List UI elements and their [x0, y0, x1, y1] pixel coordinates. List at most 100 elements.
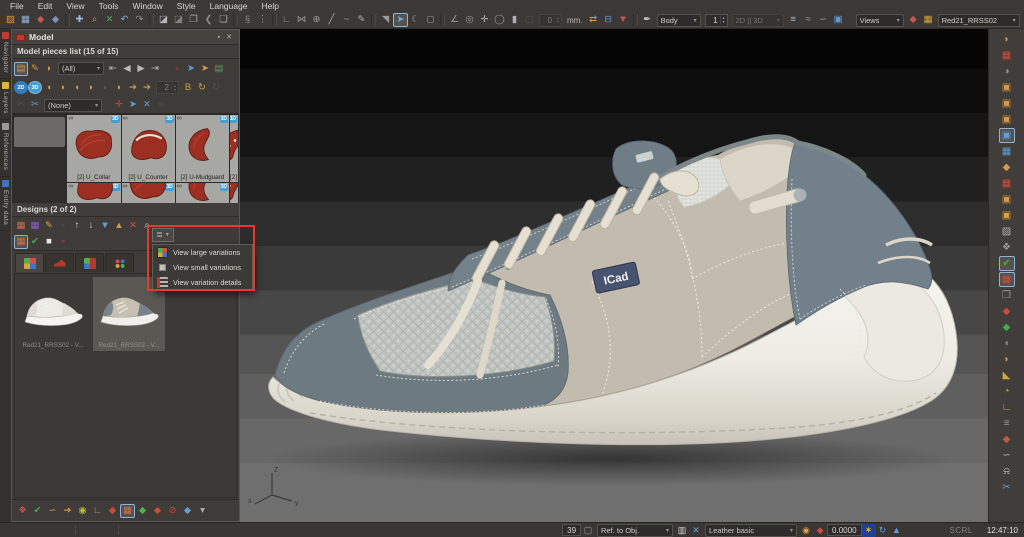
menu-help[interactable]: Help	[254, 0, 285, 12]
variation-target-icon[interactable]: ▫	[56, 235, 70, 249]
lock-icon[interactable]: ◻	[423, 13, 438, 27]
focus-icon[interactable]: ◎	[462, 13, 477, 27]
pieces-scrollbar[interactable]	[13, 115, 66, 203]
move-icon[interactable]: ✛	[477, 13, 492, 27]
spinner-buttons[interactable]: ▴▾	[171, 84, 178, 92]
first-piece-icon[interactable]: ⇤	[106, 62, 120, 76]
design-select-icon[interactable]: ▫	[56, 219, 70, 233]
copy-icon[interactable]: ❐	[186, 13, 201, 27]
paste-icon[interactable]: ❏	[216, 13, 231, 27]
tab-layers[interactable]: Layers	[0, 79, 11, 120]
spinner-buttons[interactable]: ▴▾	[720, 16, 727, 24]
rt-shoe-duo-icon[interactable]: ◆	[999, 432, 1015, 447]
save-icon[interactable]: ▦	[18, 13, 33, 27]
redo-icon[interactable]: ↷	[132, 13, 147, 27]
sb-sync-icon[interactable]: ↻	[876, 524, 890, 537]
eraser-icon[interactable]: ◪	[156, 13, 171, 27]
sole-flip-l-icon[interactable]: ◖	[42, 81, 56, 95]
rt-gauge-icon[interactable]: ◑	[999, 64, 1015, 79]
rt-photo-icon[interactable]: ▣	[999, 128, 1015, 143]
views-select[interactable]: Views▾	[856, 14, 904, 27]
rt-sole-lt-icon[interactable]: ∽	[999, 448, 1015, 463]
menu-view-large-variations[interactable]: View large variations	[153, 245, 252, 260]
rt-bulb-icon[interactable]: ⍾	[999, 464, 1015, 479]
bt-stop-icon[interactable]: ⊘	[165, 504, 180, 518]
close-icon[interactable]: ✕	[223, 33, 235, 41]
export-sheet-icon[interactable]: ▤	[212, 62, 226, 76]
pin-add-icon[interactable]: ⋮	[255, 13, 270, 27]
design-large-icon[interactable]: ▦	[14, 219, 28, 233]
sb-donut-icon[interactable]: ◉	[799, 524, 813, 537]
orbit-icon[interactable]: ◯	[492, 13, 507, 27]
pan-hand-icon[interactable]: ✚	[72, 13, 87, 27]
rt-grid-red2-icon[interactable]: ▦	[999, 176, 1015, 191]
menu-window[interactable]: Window	[125, 0, 169, 12]
bt-pieces-icon[interactable]: ❖	[15, 504, 30, 518]
prev-piece-icon[interactable]: ◀	[120, 62, 134, 76]
import-model-icon[interactable]: ◆	[33, 13, 48, 27]
flag-checkbox[interactable]: ▢	[522, 13, 537, 27]
bt-heel-icon[interactable]: ∟	[90, 504, 105, 518]
piece-row2-1[interactable]: ∞3D	[67, 183, 120, 203]
scissors-gray-icon[interactable]: ✂	[14, 98, 28, 112]
tab-materials[interactable]	[75, 253, 104, 272]
flip-red-icon[interactable]: ▼	[616, 13, 631, 27]
rt-box1-icon[interactable]: ▣	[999, 80, 1015, 95]
tab-navigator[interactable]: Navigator	[0, 29, 11, 79]
swap-icon[interactable]: ⇄	[586, 13, 601, 27]
sb-material-select[interactable]: Leather basic▾	[705, 524, 797, 537]
rt-sole-icon[interactable]: ◗	[999, 32, 1015, 47]
mode-2d3d-select[interactable]: 2D || 3D▾	[732, 14, 784, 27]
export-model-icon[interactable]: ◆	[48, 13, 63, 27]
bt-more-caret[interactable]: ▾	[195, 504, 210, 518]
edit-piece-icon[interactable]: ✎	[28, 62, 42, 76]
bt-shoe-blue-icon[interactable]: ◆	[180, 504, 195, 518]
sb-count-value[interactable]: 39	[562, 524, 581, 536]
rt-blue-box-icon[interactable]: ▦	[999, 144, 1015, 159]
rt-box2-icon[interactable]: ▣	[999, 96, 1015, 111]
viewport-3d[interactable]: ICad Z y x	[240, 29, 988, 522]
rt-gold-box-icon[interactable]: ▣	[999, 208, 1015, 223]
piece-u-mudguard[interactable]: ∞3D[2] U-Mudguard	[176, 115, 229, 182]
design-import-icon[interactable]: ▼	[98, 219, 112, 233]
open-icon[interactable]: ▨	[3, 13, 18, 27]
menu-file[interactable]: File	[3, 0, 31, 12]
pieces-list-icon[interactable]: ▤	[14, 62, 28, 76]
rt-shoe-green-icon[interactable]: ◆	[999, 320, 1015, 335]
cursor-blue-icon[interactable]: ➤	[126, 98, 140, 112]
view-2d-badge[interactable]: 2D	[14, 81, 28, 94]
piece-u-collar[interactable]: ∞3D[2] U_Collar	[67, 115, 120, 182]
piece-arrow-icon[interactable]: ➔	[126, 81, 140, 95]
panel-split-icon[interactable]: ▮	[507, 13, 522, 27]
variation-blank-icon[interactable]: ■	[42, 235, 56, 249]
rt-doc-check-icon[interactable]: ✔	[999, 256, 1015, 271]
select-cross-icon[interactable]: ✕	[102, 13, 117, 27]
document-select[interactable]: Red21_RRSS02▾	[938, 14, 1020, 27]
palette-grid-icon[interactable]: ▦	[921, 13, 936, 27]
angle-snap-icon[interactable]: ∠	[447, 13, 462, 27]
measure-icon[interactable]: ✛	[112, 98, 126, 112]
stitch-ss-icon[interactable]: §	[240, 13, 255, 27]
sb-checkbox[interactable]: ▢	[581, 524, 595, 537]
rt-box3-icon[interactable]: ▣	[999, 112, 1015, 127]
mirror-tool-icon[interactable]: ⋈	[294, 13, 309, 27]
pen-body-icon[interactable]: ✒	[640, 13, 655, 27]
pin-icon[interactable]: ▪	[215, 34, 223, 41]
sb-shoe-icon[interactable]: ◆	[813, 524, 827, 537]
bt-coin-icon[interactable]: ◉	[75, 504, 90, 518]
next-piece-icon[interactable]: ▶	[134, 62, 148, 76]
rt-bag-icon[interactable]: ◆	[999, 160, 1015, 175]
material-filter-select[interactable]: (None)▾	[44, 99, 102, 112]
rt-shoe-red-icon[interactable]: ◆	[999, 304, 1015, 319]
rt-heel-icon[interactable]: ∟	[999, 400, 1015, 415]
bt-swoosh-icon[interactable]: ∽	[45, 504, 60, 518]
rt-copy-icon[interactable]: ❐	[999, 288, 1015, 303]
bt-doc-check-icon[interactable]: ✔	[30, 504, 45, 518]
piece-u-counter[interactable]: ∞3D[2] U_Counter	[122, 115, 175, 182]
lasso-icon[interactable]: ☾	[408, 13, 423, 27]
piece-row2-4[interactable]: ∞3D	[230, 183, 238, 203]
angle-cut-icon[interactable]: ❮	[201, 13, 216, 27]
undo-icon[interactable]: ↶	[117, 13, 132, 27]
line-tool-icon[interactable]: ╱	[324, 13, 339, 27]
variation-apply-icon[interactable]: ✔	[28, 235, 42, 249]
